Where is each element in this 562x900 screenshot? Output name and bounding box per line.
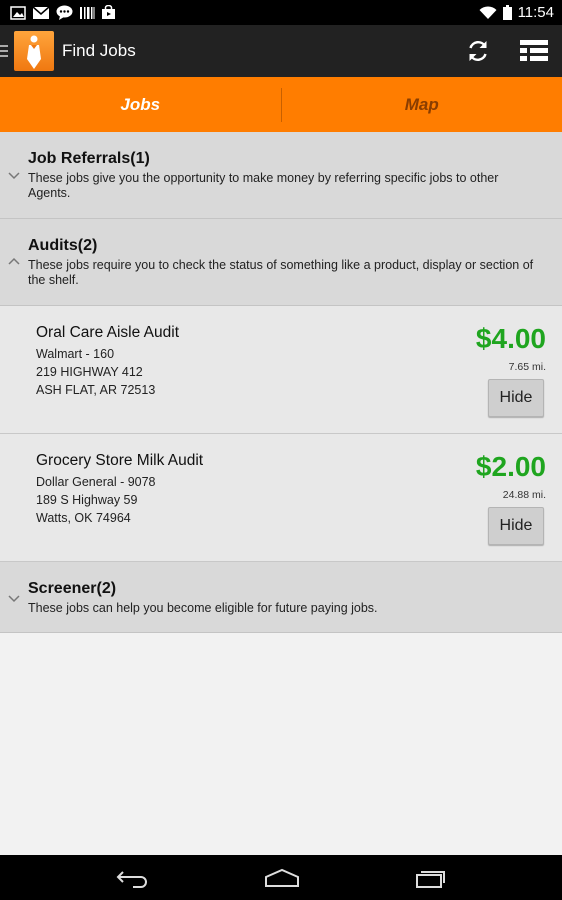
app-logo[interactable] <box>14 31 54 71</box>
system-indicators: 11:54 <box>479 4 562 21</box>
section-description: These jobs give you the opportunity to m… <box>28 171 499 200</box>
job-price: $4.00 <box>475 323 546 354</box>
tab-bar: Jobs Map <box>0 77 562 132</box>
status-bar: 11:54 <box>0 0 562 25</box>
page-title: Find Jobs <box>62 41 136 60</box>
section-description: These jobs can help you become eligible … <box>28 601 378 615</box>
list-view-button[interactable] <box>506 25 562 77</box>
chevron-down-icon <box>8 172 20 180</box>
tab-jobs[interactable]: Jobs <box>0 77 281 132</box>
job-list-item[interactable]: Oral Care Aisle Audit Walmart - 160 219 … <box>0 306 562 434</box>
back-icon[interactable] <box>115 868 149 888</box>
refresh-icon <box>469 41 487 61</box>
home-icon[interactable] <box>264 868 300 888</box>
drawer-indicator-icon[interactable] <box>0 43 10 59</box>
chevron-down-icon <box>8 595 20 603</box>
job-price: $2.00 <box>475 451 546 482</box>
job-list-item[interactable]: Grocery Store Milk Audit Dollar General … <box>0 434 562 562</box>
job-city: Watts, OK 74964 <box>36 511 131 525</box>
barcode-notification-icon <box>80 6 95 19</box>
section-job-referrals[interactable]: Job Referrals(1) These jobs give you the… <box>0 132 562 219</box>
job-list: Job Referrals(1) These jobs give you the… <box>0 132 562 633</box>
section-description: These jobs require you to check the stat… <box>28 258 534 287</box>
tab-map[interactable]: Map <box>282 77 562 132</box>
section-title: Job Referrals(1) <box>28 150 150 167</box>
battery-icon <box>502 5 512 20</box>
section-title: Audits(2) <box>28 237 98 254</box>
chat-notification-icon <box>56 5 73 20</box>
notification-icons <box>0 5 116 20</box>
job-city: ASH FLAT, AR 72513 <box>36 383 156 397</box>
refresh-button[interactable] <box>450 25 506 77</box>
action-bar: Find Jobs <box>0 25 562 77</box>
wifi-icon <box>479 5 497 19</box>
hide-button[interactable]: Hide <box>488 379 544 417</box>
section-screener[interactable]: Screener(2) These jobs can help you beco… <box>0 562 562 633</box>
section-audits[interactable]: Audits(2) These jobs require you to chec… <box>0 219 562 306</box>
clock: 11:54 <box>517 4 554 21</box>
info-tie-icon <box>27 35 41 69</box>
image-notification-icon <box>10 5 26 20</box>
section-title: Screener(2) <box>28 580 117 597</box>
job-distance: 24.88 mi. <box>502 489 546 501</box>
job-title: Oral Care Aisle Audit <box>36 324 180 341</box>
system-navigation-bar <box>0 855 562 900</box>
job-distance: 7.65 mi. <box>508 361 546 373</box>
job-store: Dollar General - 9078 <box>36 475 156 489</box>
mail-notification-icon <box>32 5 50 19</box>
job-store: Walmart - 160 <box>36 347 115 361</box>
job-title: Grocery Store Milk Audit <box>36 452 204 469</box>
job-address: 219 HIGHWAY 412 <box>36 365 143 379</box>
shopping-bag-icon <box>102 5 115 19</box>
job-address: 189 S Highway 59 <box>36 493 138 507</box>
chevron-up-icon <box>8 257 20 265</box>
grid-list-icon <box>520 40 548 61</box>
recent-apps-icon[interactable] <box>415 868 447 888</box>
hide-button[interactable]: Hide <box>488 507 544 545</box>
